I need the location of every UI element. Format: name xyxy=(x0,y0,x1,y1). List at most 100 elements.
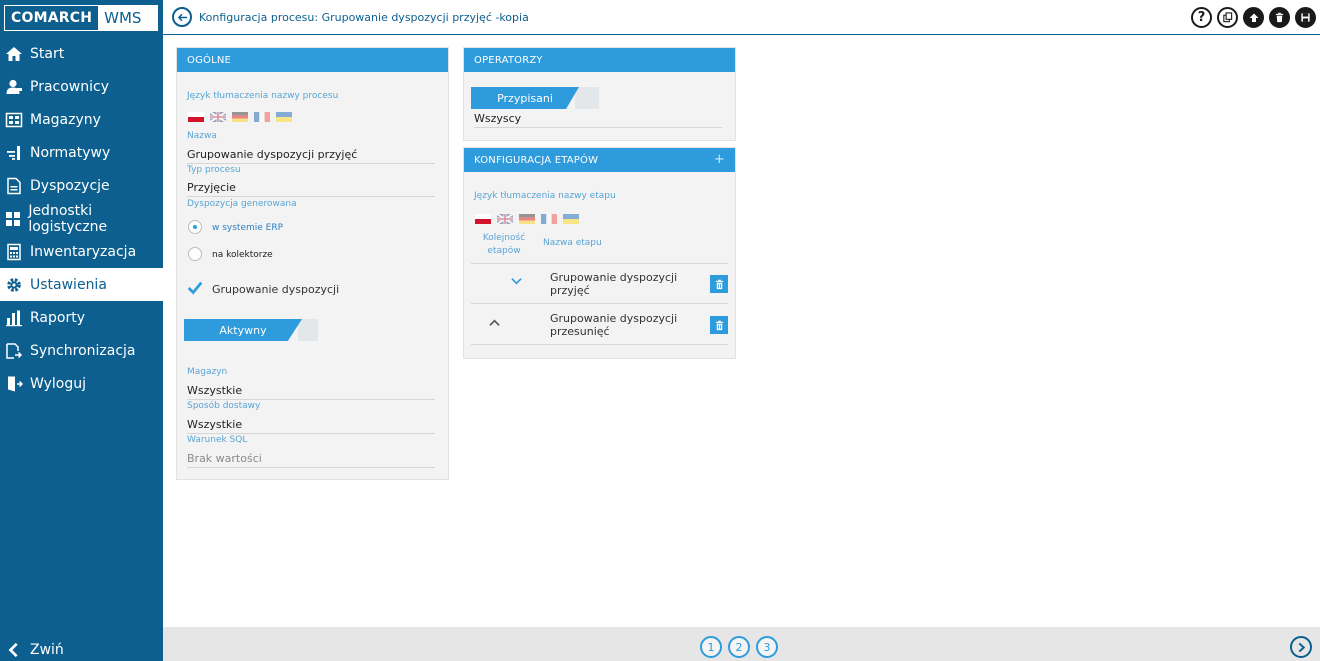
next-button[interactable] xyxy=(1290,636,1312,658)
grouping-checkbox-label: Grupowanie dyspozycji xyxy=(212,283,340,296)
sidebar-item-label: Dyspozycje xyxy=(30,177,110,194)
move-up-button[interactable] xyxy=(489,319,500,327)
flag-fr-icon[interactable] xyxy=(254,112,270,122)
page-3-button[interactable]: 3 xyxy=(756,636,778,658)
sidebar-item-pracownicy[interactable]: Pracownicy xyxy=(0,70,163,103)
stages-column-order-line2: etapów xyxy=(487,246,521,256)
status-badge-track xyxy=(298,319,318,341)
sidebar-item-start[interactable]: Start xyxy=(0,37,163,70)
flag-fr-icon[interactable] xyxy=(541,214,557,224)
warehouse-icon xyxy=(4,110,24,130)
logo-comarch: COMARCH xyxy=(5,6,99,30)
process-type-label: Typ procesu xyxy=(187,165,241,175)
delete-button[interactable] xyxy=(1269,7,1290,28)
save-button[interactable] xyxy=(1295,7,1316,28)
sidebar-item-label: Ustawienia xyxy=(30,276,107,293)
copy-button[interactable] xyxy=(1217,7,1238,28)
status-badge[interactable]: Aktywny xyxy=(184,319,318,341)
back-button[interactable] xyxy=(172,7,192,27)
chevron-right-icon xyxy=(1297,642,1306,653)
help-icon: ? xyxy=(1197,10,1206,25)
flag-gb-icon[interactable] xyxy=(210,112,226,122)
sidebar-item-inwentaryzacja[interactable]: Inwentaryzacja xyxy=(0,235,163,268)
checkmark-icon xyxy=(186,279,204,297)
collapse-label: Zwiń xyxy=(30,642,64,658)
grouping-checkbox[interactable] xyxy=(185,278,205,298)
flag-ua-icon[interactable] xyxy=(276,112,292,122)
stage-language-flags xyxy=(475,214,579,224)
gear-icon xyxy=(4,275,24,295)
flag-de-icon[interactable] xyxy=(519,214,535,224)
flag-gb-icon[interactable] xyxy=(497,214,513,224)
delivery-method-field[interactable]: Wszystkie xyxy=(187,418,435,434)
users-icon xyxy=(4,77,24,97)
app-root: COMARCH WMS Start Pracownicy Magazyny No… xyxy=(0,0,1320,661)
page-2-button[interactable]: 2 xyxy=(728,636,750,658)
page-1-button[interactable]: 1 xyxy=(700,636,722,658)
stages-panel: KONFIGURACJA ETAPÓW + Język tłumaczenia … xyxy=(463,147,736,359)
sidebar-item-label: Raporty xyxy=(30,309,85,326)
sidebar-item-normatywy[interactable]: Normatywy xyxy=(0,136,163,169)
sql-condition-field[interactable]: Brak wartości xyxy=(187,452,435,468)
delivery-method-label: Sposób dostawy xyxy=(187,401,261,411)
delete-stage-button[interactable] xyxy=(710,316,728,334)
sync-icon xyxy=(4,341,24,361)
radio-erp-label: w systemie ERP xyxy=(212,223,284,233)
sidebar-item-wyloguj[interactable]: Wyloguj xyxy=(0,367,163,400)
move-down-button[interactable] xyxy=(511,277,522,285)
add-stage-button[interactable]: + xyxy=(714,152,725,167)
flag-pl-icon[interactable] xyxy=(188,112,204,122)
page-header: Konfiguracja procesu: Grupowanie dyspozy… xyxy=(163,0,1320,35)
chevron-down-icon xyxy=(511,277,522,285)
trash-icon xyxy=(714,320,725,331)
sidebar-item-label: Pracownicy xyxy=(30,78,109,95)
bar-chart-icon xyxy=(4,308,24,328)
norms-icon xyxy=(4,143,24,163)
chevron-left-icon xyxy=(4,640,24,660)
stage-name: Grupowanie dyspozycji przyjęć xyxy=(550,271,677,297)
delete-icon xyxy=(1274,12,1285,23)
flag-pl-icon[interactable] xyxy=(475,214,491,224)
sidebar: COMARCH WMS Start Pracownicy Magazyny No… xyxy=(0,0,163,661)
operators-assigned-label: Przypisani xyxy=(471,87,579,109)
upload-button[interactable] xyxy=(1243,7,1264,28)
logo-wms: WMS xyxy=(104,9,142,27)
sidebar-item-dyspozycje[interactable]: Dyspozycje xyxy=(0,169,163,202)
collapse-sidebar-button[interactable]: Zwiń xyxy=(4,640,64,660)
logout-icon xyxy=(4,374,24,394)
stage-name-line1: Grupowanie dyspozycji xyxy=(550,271,678,284)
stage-language-label: Język tłumaczenia nazwy etapu xyxy=(474,191,616,201)
save-icon xyxy=(1300,12,1311,23)
warehouse-field[interactable]: Wszystkie xyxy=(187,384,435,400)
sidebar-item-label: Wyloguj xyxy=(30,375,86,392)
help-button[interactable]: ? xyxy=(1191,7,1212,28)
process-type-field[interactable]: Przyjęcie xyxy=(187,181,435,197)
generated-disposition-label: Dyspozycja generowana xyxy=(187,199,297,209)
grid-icon xyxy=(4,209,22,229)
sidebar-nav: Start Pracownicy Magazyny Normatywy Dysp… xyxy=(0,37,163,400)
sidebar-item-label: Start xyxy=(30,45,65,62)
status-badge-label: Aktywny xyxy=(184,319,302,341)
radio-collector[interactable] xyxy=(188,247,202,261)
stages-column-order: Kolejność etapów xyxy=(474,232,534,258)
flag-ua-icon[interactable] xyxy=(563,214,579,224)
stage-name-line1: Grupowanie dyspozycji xyxy=(550,312,678,325)
flag-de-icon[interactable] xyxy=(232,112,248,122)
operators-field[interactable]: Wszyscy xyxy=(474,112,722,128)
delete-stage-button[interactable] xyxy=(710,275,728,293)
sidebar-item-label: Jednostki logistyczne xyxy=(28,202,108,235)
upload-icon xyxy=(1248,12,1260,24)
sidebar-item-synchronizacja[interactable]: Synchronizacja xyxy=(0,334,163,367)
radio-erp[interactable] xyxy=(188,220,202,234)
sql-condition-label: Warunek SQL xyxy=(187,435,248,445)
stages-column-name: Nazwa etapu xyxy=(543,238,602,248)
sidebar-item-jednostki-logistyczne[interactable]: Jednostki logistyczne xyxy=(0,202,163,235)
sidebar-item-raporty[interactable]: Raporty xyxy=(0,301,163,334)
sidebar-item-magazyny[interactable]: Magazyny xyxy=(0,103,163,136)
pagination: 1 2 3 xyxy=(700,636,778,658)
name-field[interactable]: Grupowanie dyspozycji przyjęć xyxy=(187,148,435,164)
document-icon xyxy=(4,176,24,196)
sidebar-item-ustawienia[interactable]: Ustawienia xyxy=(0,268,163,301)
operators-assigned-tag[interactable]: Przypisani xyxy=(471,87,599,109)
sidebar-item-label: Magazyny xyxy=(30,111,101,128)
